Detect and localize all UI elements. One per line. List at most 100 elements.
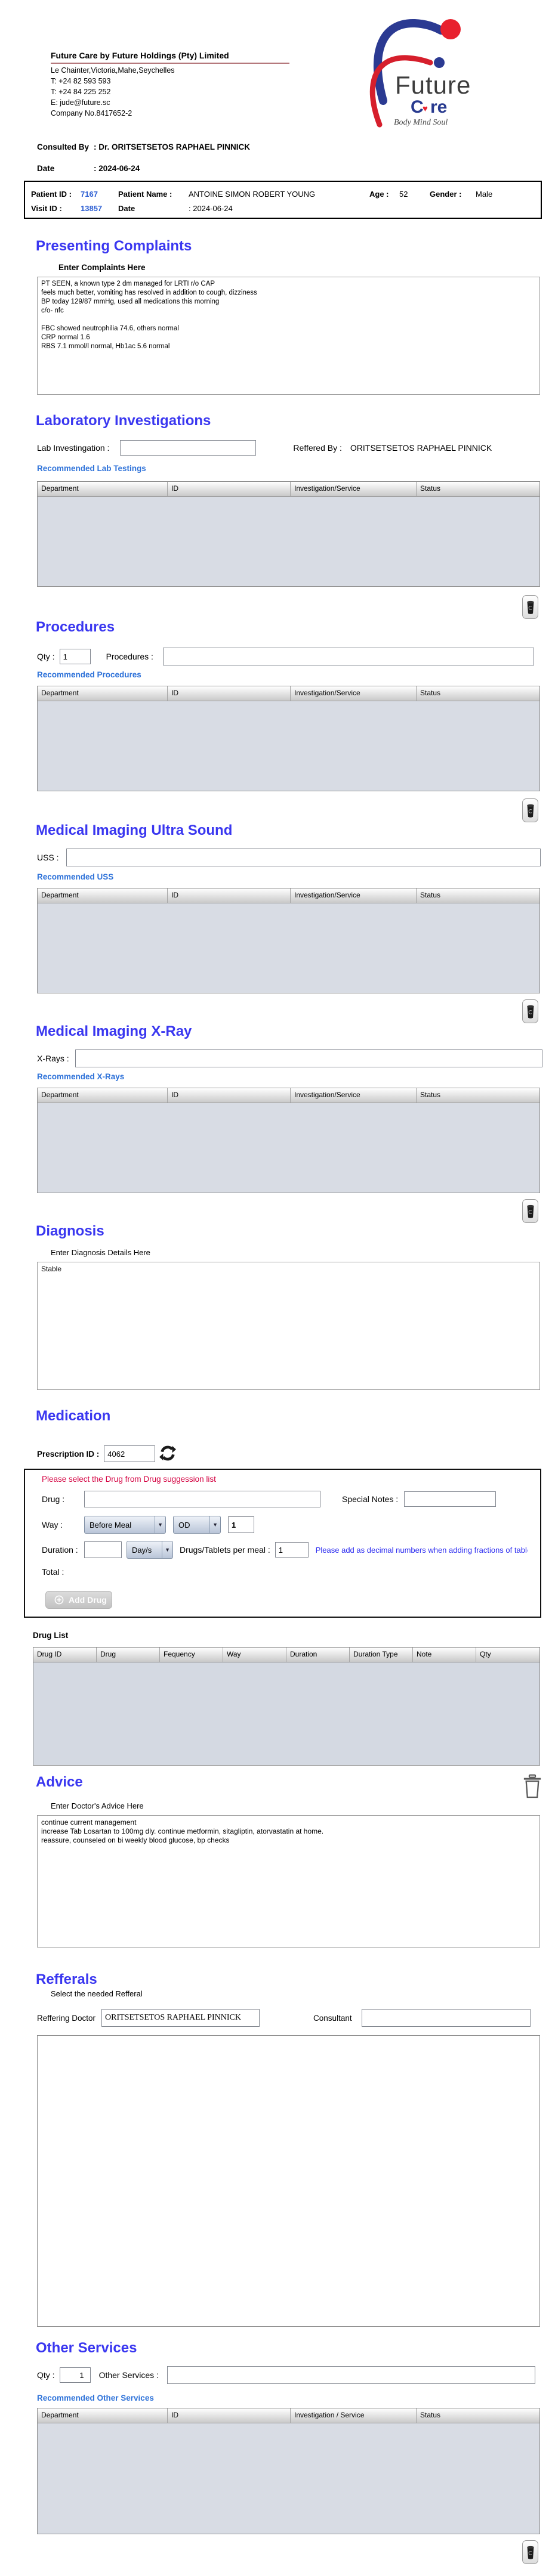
other-services-input-row: Qty : Other Services :: [37, 2366, 555, 2384]
add-drug-button[interactable]: Add Drug: [45, 1591, 112, 1609]
trash-icon: [526, 600, 534, 614]
recommended-other-services-link[interactable]: Recommended Other Services: [37, 2394, 555, 2403]
age-value: 52: [399, 189, 408, 199]
col-id: ID: [168, 1088, 291, 1103]
patient-id-label: Patient ID :: [31, 189, 72, 199]
advice-sublabel: Enter Doctor's Advice Here: [51, 1801, 144, 1810]
consultant-input[interactable]: [361, 2009, 531, 2027]
refresh-prescription-id-button[interactable]: [159, 1445, 177, 1463]
col-id: ID: [168, 888, 291, 903]
prescription-id-input[interactable]: [104, 1445, 156, 1462]
referral-list-box[interactable]: [37, 2035, 540, 2327]
recommended-uss-link[interactable]: Recommended USS: [37, 872, 555, 882]
col-qty: Qty: [480, 1650, 491, 1658]
recommended-lab-testings-link[interactable]: Recommended Lab Testings: [37, 464, 555, 473]
xray-input[interactable]: [75, 1049, 542, 1067]
other-services-input[interactable]: [166, 2366, 535, 2384]
company-email: E: jude@future.sc: [51, 98, 110, 107]
delete-uss-item-button[interactable]: [522, 999, 538, 1023]
gender-label: Gender :: [430, 189, 462, 199]
way-row: Way : Before Meal ▼ OD ▼: [42, 1516, 540, 1534]
prescription-id-row: Prescription ID :: [37, 1445, 555, 1463]
advice-header-row: Advice: [36, 1774, 544, 1800]
plus-circle-icon: [54, 1595, 64, 1605]
patient-id-value: 7167: [81, 189, 98, 199]
xray-table-body: [38, 1103, 539, 1193]
lab-investigation-label: Lab Investingation :: [37, 443, 110, 453]
complaints-textarea[interactable]: PT SEEN, a known type 2 dm managed for L…: [37, 277, 540, 395]
logo-heart-icon: ♥: [423, 104, 428, 114]
procedures-table: Department ID Investigation/Service Stat…: [37, 686, 540, 791]
col-investigation-service: Investigation / Service: [291, 2408, 417, 2423]
delete-xray-item-button[interactable]: [522, 1199, 538, 1223]
uss-input[interactable]: [66, 849, 541, 866]
other-services-qty-input[interactable]: [59, 2367, 91, 2383]
delete-drug-list-item-button[interactable]: [520, 1774, 544, 1800]
other-services-title: Other Services: [36, 2340, 137, 2356]
duration-input[interactable]: [84, 1541, 122, 1558]
col-frequency: Fequency: [160, 1648, 223, 1662]
referral-inputs-row: Reffering Doctor Consultant: [37, 2009, 555, 2027]
logo-tagline: Body Mind Soul: [394, 118, 448, 127]
col-investigation-service: Investigation/Service: [291, 888, 417, 903]
col-note: Note: [413, 1648, 476, 1662]
drug-input[interactable]: [84, 1491, 320, 1507]
consult-date-line: Date : 2024-06-24: [37, 163, 555, 174]
way-qty-input[interactable]: [228, 1516, 254, 1533]
lab-delete-row: [0, 595, 555, 619]
drug-list-table-header: Drug ID Drug Fequency Way Duration Durat…: [33, 1648, 539, 1662]
col-duration: Duration: [286, 1648, 350, 1662]
visit-id-value: 13857: [81, 203, 103, 213]
other-services-table-header: Department ID Investigation / Service St…: [38, 2408, 539, 2423]
col-department: Department: [38, 482, 168, 496]
delete-other-service-item-button[interactable]: [522, 2540, 538, 2564]
meal-time-select[interactable]: Before Meal ▼: [84, 1516, 166, 1534]
col-id: ID: [168, 2408, 291, 2423]
procedures-qty-label: Qty :: [37, 652, 55, 661]
chevron-down-icon: ▼: [209, 1516, 218, 1533]
col-investigation-service: Investigation/Service: [291, 686, 417, 701]
drug-row: Drug : Special Notes :: [42, 1491, 540, 1507]
procedures-input[interactable]: [162, 648, 534, 665]
diagnosis-textarea[interactable]: Stable: [37, 1262, 540, 1390]
logo-word-care-c: C: [411, 97, 424, 117]
duration-unit-select[interactable]: Day/s ▼: [127, 1541, 173, 1559]
referring-doctor-input[interactable]: [101, 2009, 260, 2027]
lab-investigation-input[interactable]: [120, 440, 257, 456]
col-department: Department: [38, 2408, 168, 2423]
recommended-xrays-link[interactable]: Recommended X-Rays: [37, 1072, 555, 1082]
delete-lab-item-button[interactable]: [522, 595, 538, 619]
procedures-table-header: Department ID Investigation/Service Stat…: [38, 686, 539, 701]
frequency-select[interactable]: OD ▼: [173, 1516, 221, 1534]
trash-icon: [526, 804, 534, 818]
presenting-complaints-title: Presenting Complaints: [36, 238, 192, 254]
patient-name-label: Patient Name :: [118, 189, 172, 199]
company-info: Future Care by Future Holdings (Pty) Lim…: [51, 51, 289, 117]
logo-word-future: Future: [395, 71, 471, 99]
procedures-qty-input[interactable]: [59, 649, 91, 664]
way-label: Way :: [42, 1520, 63, 1530]
lab-table-header: Department ID Investigation/Service Stat…: [38, 482, 539, 497]
col-investigation-service: Investigation/Service: [291, 1088, 417, 1103]
advice-textarea[interactable]: continue current management increase Tab…: [37, 1815, 540, 1948]
uss-delete-row: [0, 999, 555, 1023]
frequency-selected-value: OD: [178, 1520, 190, 1530]
procedures-label: Procedures :: [106, 652, 153, 661]
referring-doctor-label: Reffering Doctor: [37, 2013, 96, 2023]
uss-input-row: USS :: [37, 849, 555, 866]
visit-id-label: Visit ID :: [31, 203, 62, 213]
consultant-label: Consultant: [313, 2013, 352, 2023]
referrals-title: Refferals: [36, 1971, 97, 1987]
recommended-procedures-link[interactable]: Recommended Procedures: [37, 670, 555, 680]
diagnosis-title: Diagnosis: [36, 1223, 104, 1239]
patient-info-bar: Patient ID : 7167 Patient Name : ANTOINE…: [24, 181, 542, 219]
consult-date-value: : 2024-06-24: [94, 163, 140, 173]
consulted-by-value: : Dr. ORITSETSETOS RAPHAEL PINNICK: [94, 142, 251, 151]
company-address: Le Chainter,Victoria,Mahe,Seychelles: [51, 66, 175, 75]
special-notes-label: Special Notes :: [342, 1494, 399, 1504]
special-notes-input[interactable]: [404, 1491, 497, 1507]
drug-label: Drug :: [42, 1494, 65, 1504]
delete-procedure-item-button[interactable]: [522, 798, 538, 822]
per-meal-input[interactable]: [275, 1542, 309, 1558]
ultrasound-title: Medical Imaging Ultra Sound: [36, 822, 233, 838]
